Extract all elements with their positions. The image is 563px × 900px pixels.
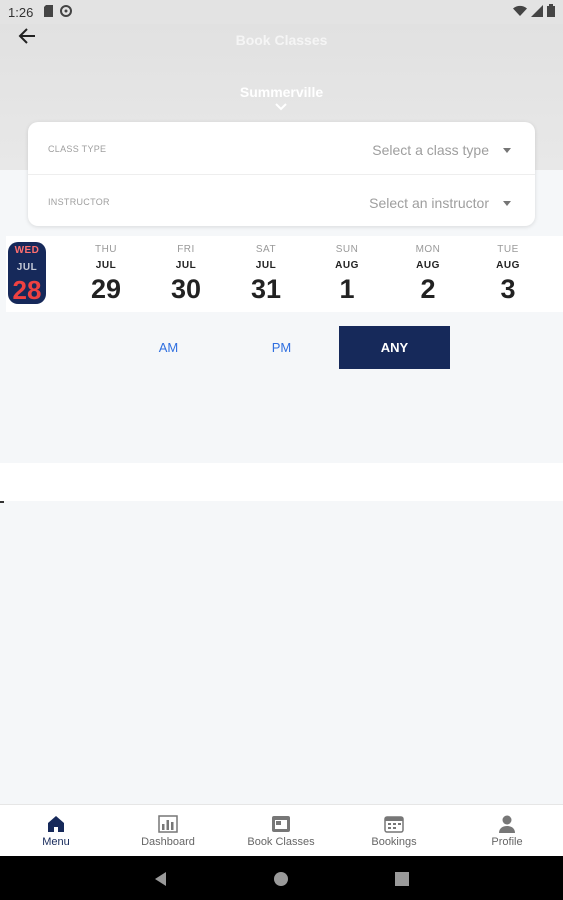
any-toggle[interactable]: ANY	[339, 326, 450, 369]
day-number: 31	[250, 274, 282, 304]
day-item[interactable]: SUN AUG 1	[307, 236, 387, 312]
day-month: JUL	[255, 260, 277, 271]
dropdown-caret-icon[interactable]	[503, 201, 511, 206]
system-back-icon[interactable]	[152, 870, 170, 888]
divider-mark	[0, 501, 4, 503]
day-month: JUL	[16, 262, 38, 273]
day-of-week: MON	[415, 244, 441, 255]
am-toggle[interactable]: AM	[113, 326, 224, 369]
day-number: 29	[90, 274, 122, 304]
day-of-week: THU	[94, 244, 118, 255]
day-month: JUL	[175, 260, 197, 271]
instructor-value[interactable]: Select an instructor	[369, 195, 489, 211]
wifi-icon	[513, 5, 527, 16]
nav-label: Book Classes	[247, 836, 315, 848]
page-title: Book Classes	[235, 32, 328, 48]
day-of-week: TUE	[497, 244, 519, 255]
bar-chart-icon	[158, 815, 178, 833]
sd-card-icon	[44, 5, 53, 17]
day-selector: WED JUL 28 THU JUL 29 FRI JUL 30 SAT JUL…	[6, 236, 563, 312]
system-home-icon[interactable]	[272, 870, 290, 888]
day-number: 28	[12, 275, 42, 305]
day-number: 2	[420, 274, 436, 304]
status-time: 1:26	[8, 5, 34, 20]
person-icon	[499, 815, 515, 833]
pm-toggle[interactable]: PM	[226, 326, 337, 369]
nav-dashboard[interactable]: Dashboard	[112, 805, 224, 857]
day-item[interactable]: MON AUG 2	[388, 236, 468, 312]
instructor-label: INSTRUCTOR	[48, 197, 110, 207]
nav-book-classes[interactable]: Book Classes	[225, 805, 337, 857]
day-month: JUL	[95, 260, 117, 271]
day-number: 1	[339, 274, 355, 304]
day-of-week: SAT	[255, 244, 277, 255]
status-bar: 1:26	[0, 0, 563, 24]
dropdown-caret-icon[interactable]	[503, 148, 511, 153]
class-type-filter[interactable]: CLASS TYPE Select a class type	[28, 122, 535, 175]
book-classes-icon	[272, 816, 290, 832]
class-type-label: CLASS TYPE	[48, 144, 107, 154]
system-navigation-bar	[0, 856, 563, 900]
battery-icon	[547, 4, 555, 17]
system-icons	[513, 4, 555, 17]
chevron-down-icon[interactable]	[272, 101, 290, 113]
day-of-week: WED	[14, 245, 40, 256]
nav-label: Bookings	[371, 836, 417, 848]
location-selector[interactable]: Summerville	[0, 84, 563, 100]
day-item[interactable]: TUE AUG 3	[468, 236, 548, 312]
day-month: AUG	[335, 260, 359, 271]
home-icon	[48, 816, 64, 832]
filter-card: CLASS TYPE Select a class type INSTRUCTO…	[28, 122, 535, 226]
class-list-area	[0, 463, 563, 501]
class-type-value[interactable]: Select a class type	[372, 142, 489, 158]
day-number: 30	[170, 274, 202, 304]
calendar-icon	[384, 816, 404, 833]
day-item[interactable]: FRI JUL 30	[146, 236, 226, 312]
instructor-filter[interactable]: INSTRUCTOR Select an instructor	[28, 175, 535, 227]
day-item[interactable]: THU JUL 29	[66, 236, 146, 312]
notification-icons	[44, 5, 72, 17]
bottom-navigation: Menu Dashboard Book Classes Bookings Pro…	[0, 804, 563, 857]
system-recents-icon[interactable]	[393, 870, 411, 888]
day-of-week: FRI	[177, 244, 195, 255]
nav-label: Dashboard	[141, 836, 195, 848]
nav-profile[interactable]: Profile	[451, 805, 563, 857]
day-month: AUG	[416, 260, 440, 271]
sync-icon	[60, 5, 72, 17]
nav-label: Menu	[42, 836, 70, 848]
day-item[interactable]: SAT JUL 31	[226, 236, 306, 312]
day-number: 3	[500, 274, 516, 304]
nav-menu[interactable]: Menu	[0, 805, 112, 857]
day-item-selected[interactable]: WED JUL 28	[8, 242, 46, 305]
nav-label: Profile	[491, 836, 523, 848]
day-month: AUG	[496, 260, 520, 271]
signal-icon	[531, 4, 543, 17]
nav-bookings[interactable]: Bookings	[338, 805, 450, 857]
day-of-week: SUN	[335, 244, 359, 255]
